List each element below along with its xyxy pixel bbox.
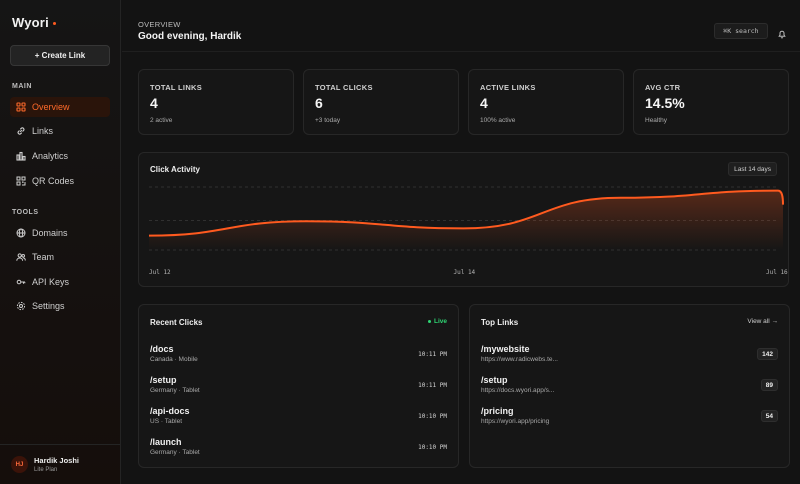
page-title: Good evening, Hardik: [138, 31, 242, 42]
chart-area-fill: [149, 190, 783, 250]
link-path: /setup: [481, 375, 508, 385]
click-meta: Germany · Tablet: [150, 387, 200, 394]
click-count-badge: 89: [760, 379, 778, 391]
user-name: Hardik Joshi: [34, 456, 80, 465]
stat-value: 4: [480, 95, 488, 111]
qr-code-icon: [16, 176, 26, 186]
brand-dot: [52, 22, 56, 26]
page-header: OVERVIEW Good evening, Hardik ⌘K search: [122, 0, 800, 52]
list-item[interactable]: /mywebsite https://www.radicwebs.te... 1…: [481, 344, 778, 368]
stat-card-avg-ctr: AVG CTR 14.5% Healthy: [633, 69, 789, 135]
sidebar: Wyori + Create Link MAIN Overview Links …: [0, 0, 121, 484]
section-label-main: MAIN: [12, 83, 32, 90]
chart-title: Click Activity: [150, 165, 200, 174]
stat-card-total-links: TOTAL LINKS 4 2 active: [138, 69, 294, 135]
nav-item-domains[interactable]: Domains: [10, 223, 110, 243]
stat-label: AVG CTR: [645, 83, 681, 92]
user-profile[interactable]: HJ Hardik Joshi Lite Plan: [0, 444, 121, 484]
list-item[interactable]: /setup Germany · Tablet 10:11 PM: [150, 375, 447, 399]
bar-chart-icon: [16, 151, 26, 161]
link-icon: [16, 126, 26, 136]
click-path: /docs: [150, 344, 174, 354]
gear-icon: [16, 301, 26, 311]
section-label-tools: TOOLS: [12, 209, 39, 216]
click-meta: Germany · Tablet: [150, 449, 200, 456]
breadcrumb: OVERVIEW: [138, 20, 181, 29]
nav-label: Domains: [32, 228, 68, 238]
click-path: /api-docs: [150, 406, 190, 416]
link-path: /pricing: [481, 406, 514, 416]
nav-item-links[interactable]: Links: [10, 121, 110, 141]
nav-label: Team: [32, 252, 55, 262]
nav-label: QR Codes: [32, 176, 75, 186]
nav-label: Settings: [32, 301, 65, 311]
click-activity-card: Jul 12 Jul 14 Jul 16 Click Activity Last 1…: [138, 152, 789, 287]
live-dot-icon: [427, 320, 431, 323]
search-button[interactable]: ⌘K search: [714, 23, 768, 39]
panel-title: Recent Clicks: [150, 318, 203, 327]
click-path: /setup: [150, 375, 177, 385]
nav-item-settings[interactable]: Settings: [10, 296, 110, 316]
stat-label: TOTAL LINKS: [150, 83, 203, 92]
click-meta: US · Tablet: [150, 418, 183, 425]
stat-subtext: 100% active: [480, 117, 516, 124]
globe-icon: [16, 228, 26, 238]
link-path: /mywebsite: [481, 344, 530, 354]
stat-label: TOTAL CLICKS: [315, 83, 373, 92]
stat-subtext: +3 today: [315, 117, 341, 124]
stat-label: ACTIVE LINKS: [480, 83, 536, 92]
bell-icon[interactable]: [777, 26, 787, 39]
x-tick-label: Jul 16: [766, 269, 788, 276]
click-time: 10:11 PM: [418, 382, 447, 389]
stat-value: 4: [150, 95, 158, 111]
stat-value: 6: [315, 95, 323, 111]
nav-item-team[interactable]: Team: [10, 247, 110, 267]
users-icon: [16, 252, 26, 262]
nav-item-api-keys[interactable]: API Keys: [10, 272, 110, 292]
recent-clicks-panel: Recent Clicks Live /docs Canada · Mobile…: [138, 304, 459, 468]
click-activity-chart: Jul 12 Jul 14 Jul 16: [148, 186, 788, 276]
nav-label: Links: [32, 126, 54, 136]
user-plan: Lite Plan: [34, 467, 58, 473]
link-url: https://docs.wyori.app/s...: [481, 387, 555, 394]
list-item[interactable]: /pricing https://wyori.app/pricing 54: [481, 406, 778, 430]
click-meta: Canada · Mobile: [150, 356, 198, 363]
x-tick-label: Jul 14: [454, 269, 476, 276]
nav-item-overview[interactable]: Overview: [10, 97, 110, 117]
key-icon: [16, 277, 26, 287]
stat-subtext: Healthy: [645, 117, 668, 124]
nav-label: API Keys: [32, 277, 70, 287]
view-all-link[interactable]: View all →: [747, 318, 778, 325]
stat-subtext: 2 active: [150, 117, 173, 124]
list-item[interactable]: /launch Germany · Tablet 10:10 PM: [150, 437, 447, 461]
click-count-badge: 54: [760, 410, 778, 422]
click-time: 10:10 PM: [418, 444, 447, 451]
nav-item-analytics[interactable]: Analytics: [10, 146, 110, 166]
x-tick-label: Jul 12: [149, 269, 171, 276]
stat-card-total-clicks: TOTAL CLICKS 6 +3 today: [303, 69, 459, 135]
panel-title: Top Links: [481, 318, 519, 327]
click-count-badge: 142: [757, 348, 778, 360]
list-item[interactable]: /setup https://docs.wyori.app/s... 89: [481, 375, 778, 399]
link-url: https://www.radicwebs.te...: [481, 356, 558, 363]
nav-item-qr-codes[interactable]: QR Codes: [10, 171, 110, 191]
list-item[interactable]: /docs Canada · Mobile 10:11 PM: [150, 344, 447, 368]
link-url: https://wyori.app/pricing: [481, 418, 550, 425]
stat-card-active-links: ACTIVE LINKS 4 100% active: [468, 69, 624, 135]
grid-icon: [16, 102, 26, 112]
click-time: 10:11 PM: [418, 351, 447, 358]
date-range-selector[interactable]: Last 14 days: [728, 162, 777, 176]
avatar: HJ: [11, 456, 28, 473]
brand-logo[interactable]: Wyori: [12, 15, 56, 30]
live-indicator: Live: [427, 318, 447, 325]
stat-value: 14.5%: [645, 95, 685, 111]
top-links-panel: Top Links View all → /mywebsite https://…: [469, 304, 790, 468]
create-link-button[interactable]: + Create Link: [10, 45, 110, 66]
list-item[interactable]: /api-docs US · Tablet 10:10 PM: [150, 406, 447, 430]
click-time: 10:10 PM: [418, 413, 447, 420]
nav-label: Overview: [32, 102, 70, 112]
click-path: /launch: [150, 437, 182, 447]
nav-label: Analytics: [32, 151, 69, 161]
